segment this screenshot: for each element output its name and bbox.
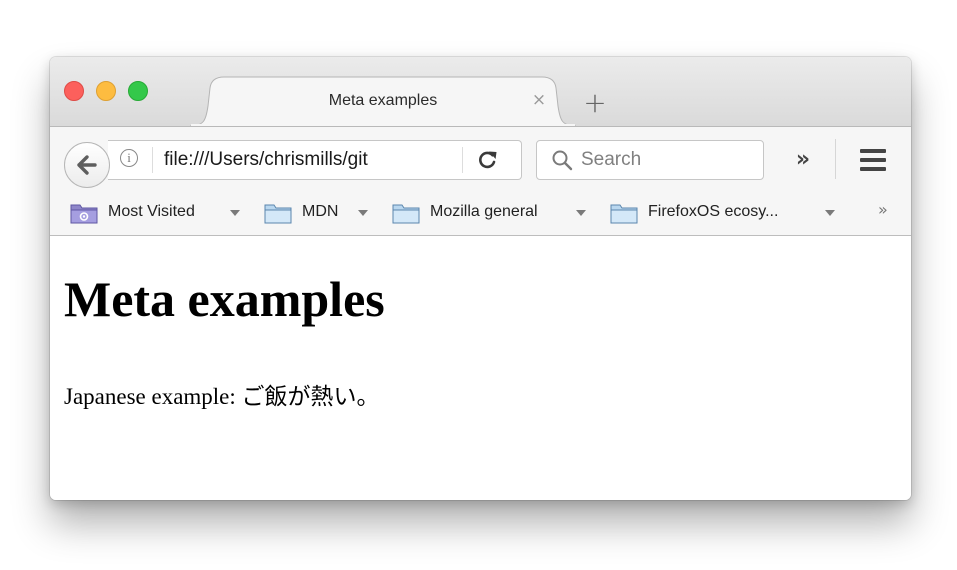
page-content: Meta examples Japanese example: ご飯が熱い。	[50, 236, 911, 500]
url-bar[interactable]: i file:///Users/chrismills/git	[108, 140, 522, 180]
new-tab-button[interactable]: +	[580, 88, 610, 118]
tab-close-icon[interactable]: ×	[529, 90, 549, 110]
site-info-icon[interactable]: i	[120, 149, 138, 167]
bookmark-label: MDN	[302, 203, 339, 220]
bookmarks-overflow-chevron-icon[interactable]: »	[878, 200, 888, 219]
bookmarks-toolbar: Most Visited MDN Mozilla general Firefox…	[50, 190, 911, 236]
bookmark-mdn[interactable]: MDN	[264, 202, 374, 224]
bookmark-label: Most Visited	[108, 203, 195, 220]
chevron-down-icon	[358, 210, 368, 216]
folder-icon	[610, 204, 638, 224]
chevron-down-icon	[825, 210, 835, 216]
reload-icon	[479, 151, 497, 169]
search-icon	[552, 150, 573, 171]
toolbar-overflow-chevron-icon[interactable]: »	[788, 145, 818, 175]
folder-icon	[264, 204, 292, 224]
bookmark-most-visited[interactable]: Most Visited	[70, 202, 245, 224]
back-arrow-icon	[77, 155, 97, 175]
page-heading: Meta examples	[64, 271, 385, 327]
chevron-down-icon	[576, 210, 586, 216]
url-text[interactable]: file:///Users/chrismills/git	[164, 149, 394, 171]
tab-meta-examples[interactable]: Meta examples ×	[190, 76, 576, 126]
reload-separator	[462, 147, 463, 173]
tab-title: Meta examples	[328, 92, 438, 109]
navigation-toolbar: i file:///Users/chrismills/git »	[50, 126, 911, 191]
minimize-window-button[interactable]	[96, 81, 116, 101]
most-visited-folder-icon	[70, 204, 98, 224]
browser-window: Meta examples × + i file:///Users/chrism…	[50, 57, 911, 500]
toolbar-separator	[835, 139, 836, 179]
bookmark-label: FirefoxOS ecosy...	[648, 203, 779, 220]
hamburger-menu-icon[interactable]	[860, 149, 886, 171]
close-window-button[interactable]	[64, 81, 84, 101]
bookmark-firefoxos-ecosystem[interactable]: FirefoxOS ecosy...	[610, 202, 840, 224]
url-separator	[152, 147, 153, 173]
search-bar[interactable]	[536, 140, 764, 180]
search-input[interactable]	[581, 147, 751, 173]
folder-icon	[392, 204, 420, 224]
bookmark-label: Mozilla general	[430, 203, 538, 220]
bookmark-mozilla-general[interactable]: Mozilla general	[392, 202, 592, 224]
chevron-down-icon	[230, 210, 240, 216]
maximize-window-button[interactable]	[128, 81, 148, 101]
japanese-example-paragraph: Japanese example: ご飯が熱い。	[64, 384, 380, 409]
reload-button[interactable]	[474, 147, 502, 173]
back-button[interactable]	[64, 142, 110, 188]
tab-strip: Meta examples × +	[50, 57, 911, 126]
